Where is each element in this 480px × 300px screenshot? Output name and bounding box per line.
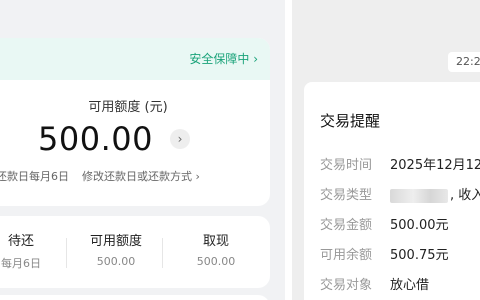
field-counterparty: 交易对象 放心借 [320,274,429,293]
field-key: 交易类型 [320,188,373,203]
stat-title: 取现 [202,234,229,249]
credit-card: 安全保障中 › 可用额度 (元) 500.00 › 还款日每月6日 修改还款日或… [0,38,270,206]
field-value: 500.00元 [390,218,449,233]
field-value: , 收入 [450,188,480,203]
safety-label: 安全保障中 [189,52,250,66]
message-time: 22:2 [448,52,480,72]
chevron-right-icon: › [253,52,258,66]
stat-withdraw[interactable]: 取现 500.00 [166,230,266,268]
repay-day: 还款日每月6日 [0,170,69,183]
field-type: 交易类型 , 收入 [320,184,480,203]
stat-sub: 500.00 [196,255,236,268]
safety-banner[interactable]: 安全保障中 › [0,38,270,80]
safety-status[interactable]: 安全保障中 › [189,50,258,67]
stat-sub: 500.00 [96,255,136,268]
field-amount: 交易金额 500.00元 [320,214,449,233]
field-time: 交易时间 2025年12月12 [320,154,480,173]
chevron-right-icon: › [195,170,200,183]
field-key: 交易金额 [320,218,373,233]
stat-to-repay[interactable]: 待还 每月6日 [0,230,56,271]
stat-sub: 每月6日 [1,257,41,270]
amount-row[interactable]: 500.00 › [38,120,191,164]
field-balance: 可用余额 500.75元 [320,244,449,263]
available-amount: 500.00 [38,120,153,158]
divider [162,238,163,268]
available-credit-label: 可用额度 (元) [88,100,168,115]
stat-available[interactable]: 可用额度 500.00 [66,230,166,268]
repay-info: 还款日每月6日 修改还款日或还款方式 › [0,168,200,184]
bottom-card [0,295,270,300]
alert-title: 交易提醒 [320,112,381,130]
stat-title: 待还 [7,234,34,249]
field-key: 可用余额 [320,248,373,263]
field-value: 2025年12月12 [390,158,480,173]
loan-app-pane: 安全保障中 › 可用额度 (元) 500.00 › 还款日每月6日 修改还款日或… [0,0,285,300]
blurred-redaction [390,188,448,203]
pane-divider [285,0,292,300]
repay-modify-link[interactable]: 修改还款日或还款方式 › [82,170,200,183]
field-value: 500.75元 [390,248,449,263]
stats-card: 待还 每月6日 可用额度 500.00 取现 500.00 [0,216,270,288]
message-pane: 22:2 交易提醒 交易时间 2025年12月12 交易类型 , 收入 交易金额 50… [292,0,480,300]
field-value: 放心借 [390,278,430,293]
stat-title: 可用额度 [89,234,142,249]
transaction-alert-card[interactable]: 交易提醒 交易时间 2025年12月12 交易类型 , 收入 交易金额 500.00元… [304,82,480,300]
field-key: 交易时间 [320,158,373,173]
chevron-right-icon[interactable]: › [170,129,191,149]
field-key: 交易对象 [320,278,373,293]
